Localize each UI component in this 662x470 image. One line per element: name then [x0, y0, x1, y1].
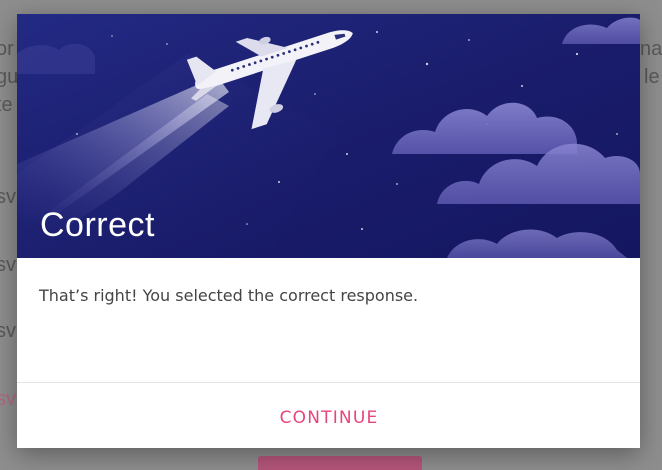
background-text-fragment: na [640, 38, 662, 60]
background-text-fragment: sv [0, 320, 16, 342]
background-text-fragment: le [644, 66, 660, 88]
background-text-fragment: sv [0, 388, 16, 410]
divider [17, 382, 640, 383]
result-dialog: Correct That’s right! You selected the c… [17, 14, 640, 448]
background-button [258, 456, 422, 470]
dialog-title: Correct [40, 206, 155, 244]
background-text-fragment: sv [0, 186, 16, 208]
continue-button[interactable]: CONTINUE [229, 400, 429, 436]
background-text-fragment: sv [0, 254, 16, 276]
hero-illustration: Correct [17, 14, 640, 258]
background-text-fragment: or [0, 38, 14, 60]
background-text-fragment: gu [0, 66, 19, 88]
background-text-fragment: te [0, 94, 13, 116]
cloud-shape [17, 43, 95, 74]
result-message: That’s right! You selected the correct r… [39, 286, 419, 305]
